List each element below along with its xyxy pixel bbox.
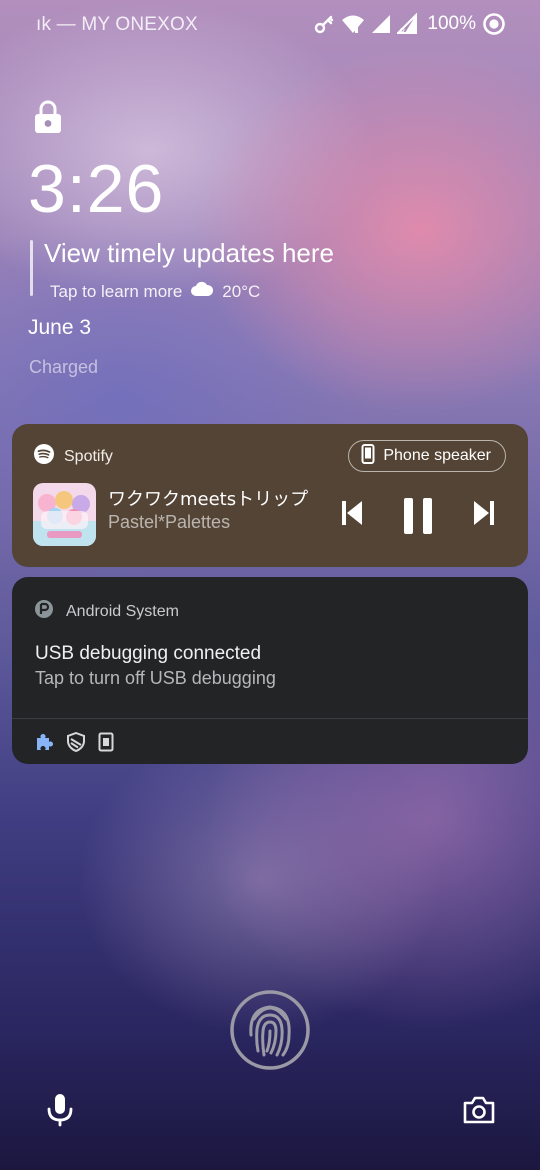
lock-icon (33, 100, 63, 134)
signal-roaming-icon: R (397, 13, 419, 35)
camera-icon (462, 1096, 496, 1129)
clock: 3:26 (28, 151, 165, 227)
updates-subtitle[interactable]: Tap to learn more 20°C (50, 281, 260, 302)
key-icon (313, 13, 335, 35)
phone-icon (361, 443, 375, 469)
track-title: ワクワクmeetsトリップ (108, 489, 309, 510)
skip-next-icon (472, 500, 496, 531)
battery-percentage: 100% (427, 13, 476, 34)
media-app-header: Spotify (34, 444, 113, 469)
notification-title: USB debugging connected (35, 643, 262, 664)
next-button[interactable] (472, 500, 496, 531)
camera-button[interactable] (462, 1095, 496, 1130)
spotify-icon (34, 444, 54, 469)
sync-icon (482, 12, 506, 36)
previous-button[interactable] (340, 500, 364, 531)
updates-accent-bar (30, 240, 33, 296)
status-icons: R 100% (313, 12, 506, 36)
notification-header: Android System (34, 599, 179, 624)
album-art (33, 483, 96, 546)
date-label: June 3 (28, 316, 92, 339)
status-bar: ık — MY ONEXOX R 100% (0, 0, 540, 50)
pause-icon (403, 496, 433, 541)
puzzle-icon (34, 732, 54, 757)
notification-text: Tap to turn off USB debugging (35, 668, 276, 688)
divider (12, 718, 528, 719)
notification-app-name: Android System (66, 602, 179, 620)
shield-icon (66, 731, 86, 757)
output-device-button[interactable]: Phone speaker (348, 440, 506, 472)
notification-app-icons (34, 731, 114, 757)
wifi-icon (341, 13, 365, 35)
svg-text:R: R (400, 27, 406, 35)
fingerprint-icon[interactable] (229, 989, 311, 1071)
sim-card-icon (98, 732, 114, 757)
skip-previous-icon (340, 500, 364, 531)
output-device-label: Phone speaker (383, 447, 491, 464)
media-app-name: Spotify (64, 447, 113, 465)
voice-assistant-button[interactable] (46, 1093, 74, 1132)
microphone-icon (46, 1094, 74, 1131)
updates-title[interactable]: View timely updates here (44, 238, 334, 269)
weather-temp: 20°C (222, 281, 261, 301)
charge-status: Charged (29, 357, 99, 377)
usb-debugging-notification[interactable]: Android System USB debugging connected T… (12, 577, 528, 764)
learn-more-label: Tap to learn more (50, 281, 183, 301)
cloud-icon (190, 281, 214, 302)
pause-button[interactable] (403, 496, 433, 541)
android-system-icon (34, 599, 54, 624)
carrier-label: ık — MY ONEXOX (36, 14, 198, 35)
track-artist: Pastel*Palettes (108, 512, 231, 532)
signal-icon (371, 13, 391, 35)
media-notification[interactable]: Spotify Phone speaker ワクワクmeetsトリップ Past… (12, 424, 528, 567)
